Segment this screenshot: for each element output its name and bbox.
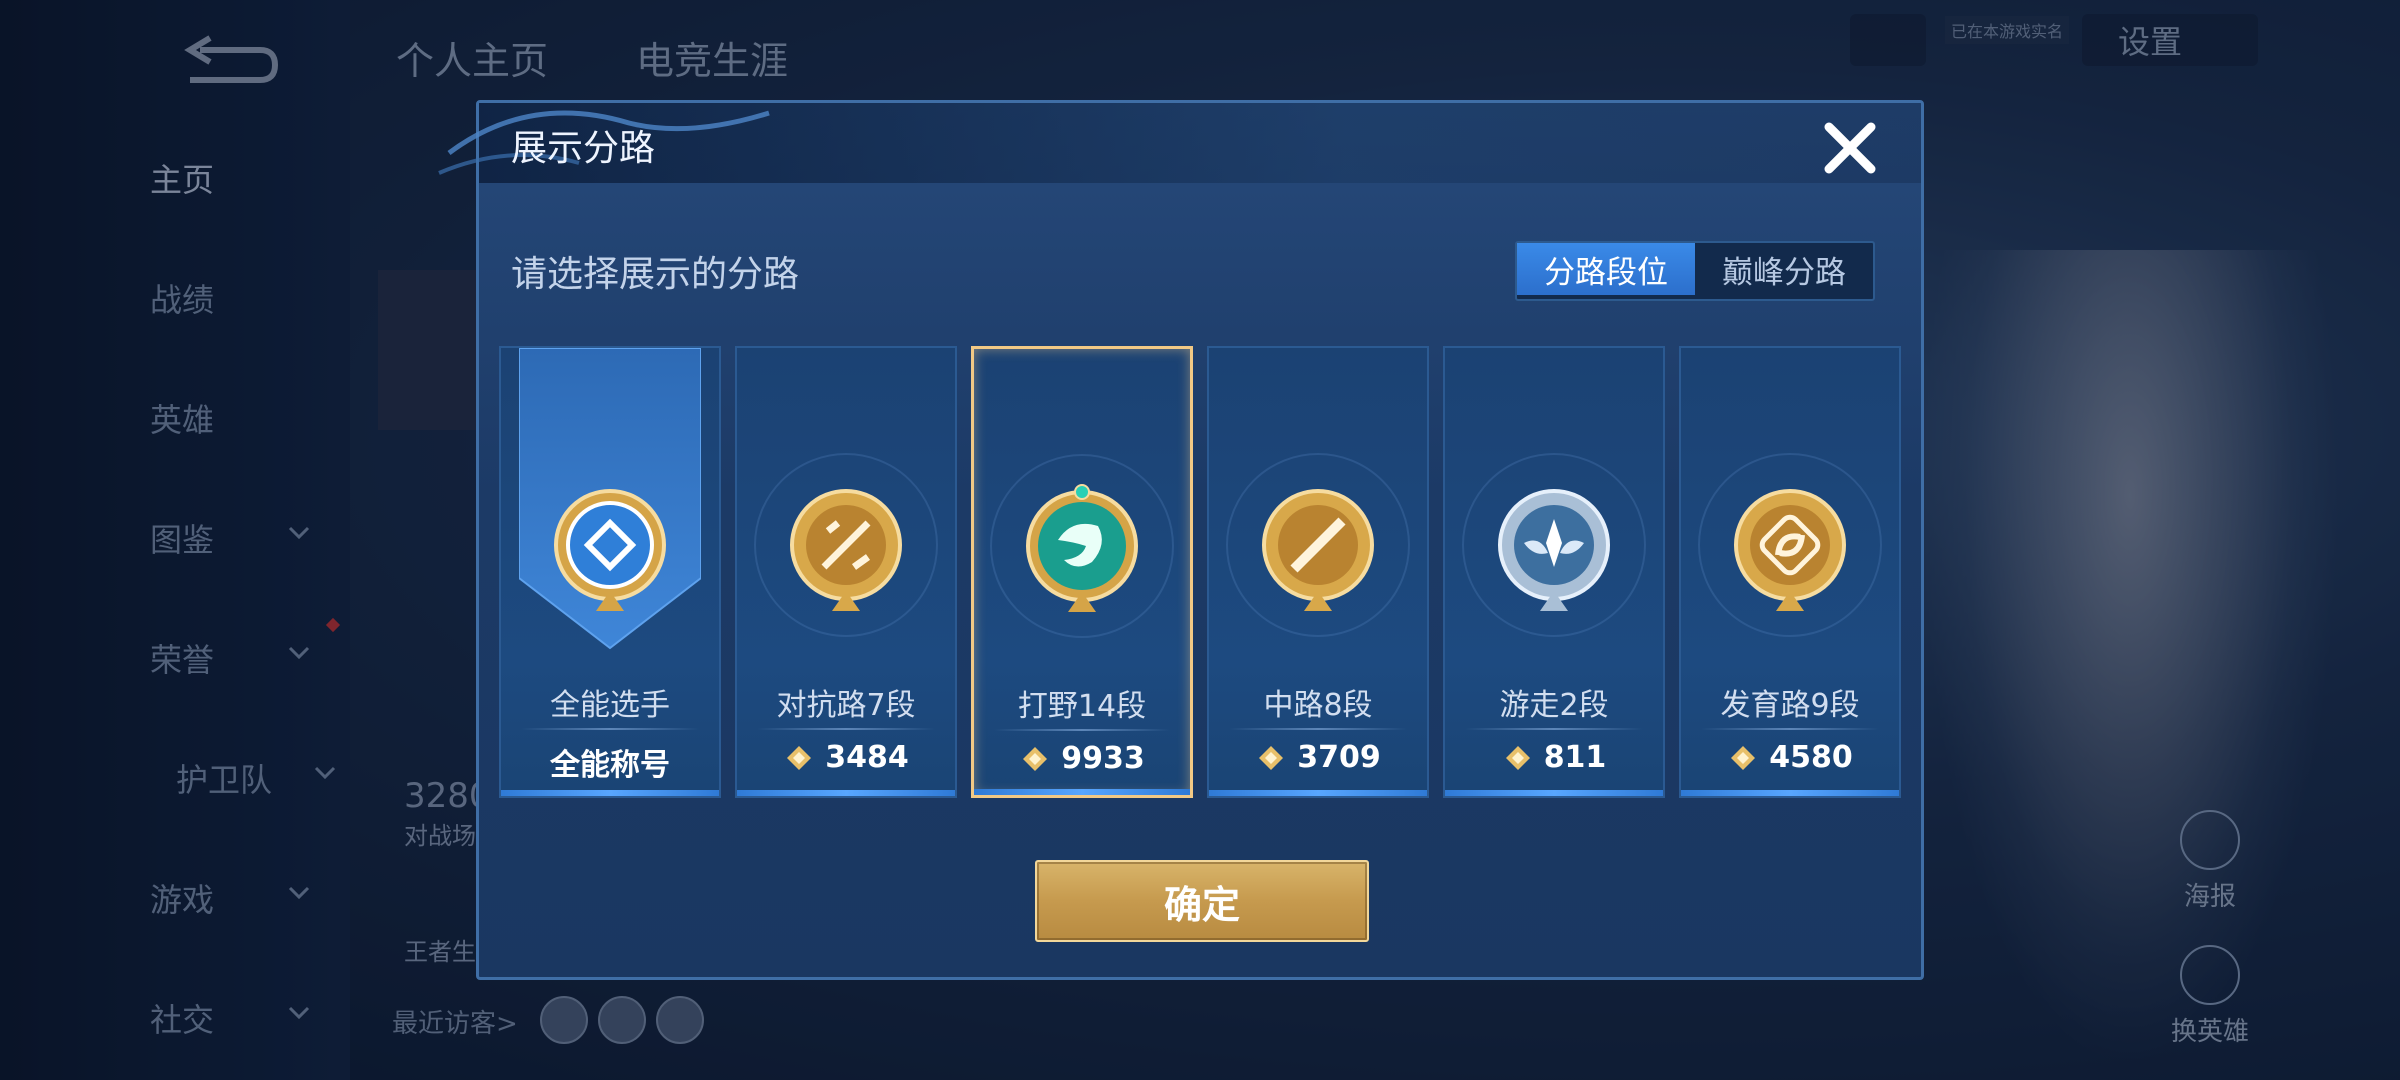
lane-name: 中路8段 [1263,688,1373,723]
dialog-title: 展示分路 [511,128,656,169]
tab-lane-rank[interactable]: 分路段位 [1517,243,1695,295]
close-icon[interactable] [1819,117,1881,179]
divider [1465,728,1643,730]
lane-score: 4580 [1681,740,1899,775]
lane-value: 4580 [1769,740,1853,775]
divider [994,729,1170,731]
lane-type-toggle: 分路段位 巅峰分路 [1515,241,1875,301]
allround-badge-icon [554,489,666,611]
lane-value: 全能称号 [550,748,670,783]
card-glow [1209,790,1427,796]
divider [757,728,935,730]
lane-name: 全能选手 [550,688,670,723]
power-icon [1023,746,1048,771]
lane-score: 3484 [737,740,955,775]
lane-display-dialog: 展示分路 请选择展示的分路 分路段位 巅峰分路 全能选手 全能称号 对抗路7段 … [438,100,1924,980]
lane-name: 发育路9段 [1720,688,1860,723]
dialog-subtitle: 请选择展示的分路 [511,254,800,295]
roam-badge-icon [1498,489,1610,611]
card-glow [737,790,955,796]
lane-card-roam[interactable]: 游走2段 811 [1443,346,1665,798]
confirm-button[interactable]: 确定 [1035,860,1369,942]
divider [1229,728,1407,730]
power-icon [1259,745,1284,770]
mid-lane-badge-icon [1262,489,1374,611]
lane-score: 3709 [1209,740,1427,775]
lane-card-clash[interactable]: 对抗路7段 3484 [735,346,957,798]
power-icon [1731,745,1756,770]
clash-lane-badge-icon [790,489,902,611]
power-icon [1505,745,1530,770]
lane-value: 811 [1543,740,1607,775]
lane-card-jungle[interactable]: 打野14段 9933 [971,346,1193,798]
card-glow [1681,790,1899,796]
card-glow [501,790,719,796]
lane-name: 对抗路7段 [776,688,916,723]
lane-name: 游走2段 [1499,688,1609,723]
lane-value: 9933 [1061,741,1145,776]
lane-value: 3484 [825,740,909,775]
lane-card-allround[interactable]: 全能选手 全能称号 [499,346,721,798]
lane-card-mid[interactable]: 中路8段 3709 [1207,346,1429,798]
jungle-badge-icon [1026,484,1138,612]
farm-lane-badge-icon [1734,489,1846,611]
card-glow [1445,790,1663,796]
lane-title-label: 全能称号 [501,740,719,784]
lane-score: 9933 [974,741,1190,776]
lane-score: 811 [1445,740,1663,775]
lane-value: 3709 [1297,740,1381,775]
lane-card-farm[interactable]: 发育路9段 4580 [1679,346,1901,798]
tab-peak-lane[interactable]: 巅峰分路 [1695,243,1873,295]
divider [521,728,699,730]
card-glow [974,789,1190,795]
divider [1701,728,1879,730]
power-icon [787,745,812,770]
lane-name: 打野14段 [1017,689,1147,724]
